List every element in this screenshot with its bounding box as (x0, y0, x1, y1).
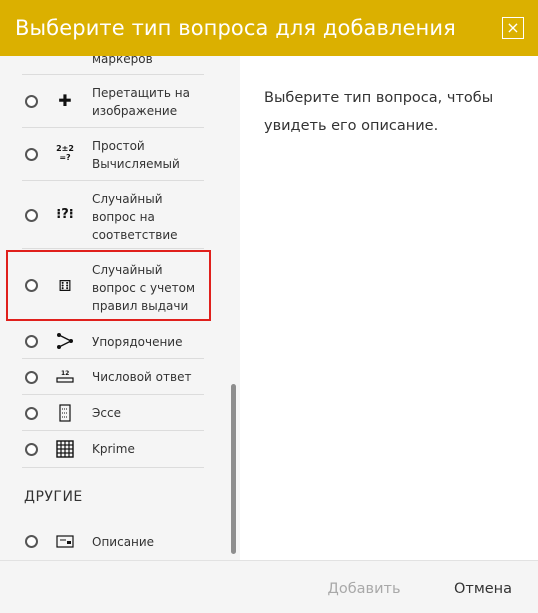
item-label: Эссе (92, 406, 121, 420)
svg-text:12: 12 (61, 370, 69, 377)
dialog-footer: Добавить Отмена (0, 560, 538, 613)
radio-button[interactable] (25, 279, 38, 292)
dialog-title: Выберите тип вопроса для добавления (15, 16, 456, 40)
radio-button[interactable] (25, 443, 38, 456)
random-match-icon: ⁝?⁝ (56, 207, 74, 222)
list-item-drag-image[interactable]: ✚ Перетащить на изображение (0, 75, 228, 128)
description-pane: Выберите тип вопроса, чтобы увидеть его … (240, 56, 538, 560)
item-label: Простой Вычисляемый (92, 139, 180, 171)
radio-button[interactable] (25, 335, 38, 348)
numerical-icon: 12 (56, 368, 74, 386)
list-item-numerical[interactable]: 12 Числовой ответ (0, 359, 228, 395)
list-item-kprime[interactable]: Kprime (0, 431, 228, 468)
radio-button[interactable] (25, 535, 38, 548)
item-label: Числовой ответ (92, 370, 192, 384)
item-label: Упорядочение (92, 335, 183, 349)
item-label: Перетащить на изображение (92, 86, 190, 118)
move-cross-icon: ✚ (58, 91, 72, 110)
list-item-ordering[interactable]: Упорядочение (0, 324, 228, 359)
list-item-random-match[interactable]: ⁝?⁝ Случайный вопрос на соответствие (0, 181, 228, 249)
list-item-calculated[interactable]: 2±2 =? Простой Вычисляемый (0, 128, 228, 181)
dice-icon: ⚅ (58, 277, 72, 295)
item-label: Случайный вопрос с учетом правил выдачи (92, 263, 196, 313)
section-title-other: ДРУГИЕ (24, 489, 83, 505)
close-button[interactable]: × (502, 17, 524, 39)
radio-button[interactable] (25, 371, 38, 384)
scrollbar[interactable] (231, 384, 236, 554)
description-text: Выберите тип вопроса, чтобы увидеть его … (264, 90, 494, 134)
list-item-essay[interactable]: Эссе (0, 395, 228, 431)
item-label: Случайный вопрос на соответствие (92, 192, 178, 242)
list-item-description[interactable]: Описание (0, 524, 228, 560)
question-type-dialog: Выберите тип вопроса для добавления × ма… (0, 0, 538, 613)
cancel-button[interactable]: Отмена (446, 577, 520, 601)
ordering-icon (56, 332, 74, 350)
add-button[interactable]: Добавить (318, 577, 410, 601)
radio-button[interactable] (25, 148, 38, 161)
dialog-header: Выберите тип вопроса для добавления × (0, 0, 538, 56)
radio-button[interactable] (25, 407, 38, 420)
question-type-list[interactable]: маркеров ✚ Перетащить на изображение 2±2… (0, 56, 240, 560)
list-item[interactable]: маркеров (0, 56, 228, 75)
calculated-icon: 2±2 =? (56, 144, 74, 162)
grid-icon (56, 440, 74, 458)
radio-button[interactable] (25, 95, 38, 108)
essay-icon (56, 404, 74, 422)
description-icon (56, 532, 74, 550)
radio-button[interactable] (25, 209, 38, 222)
list-item-random-rules[interactable]: ⚅ Случайный вопрос с учетом правил выдач… (0, 249, 228, 321)
item-label: маркеров (92, 56, 153, 66)
item-label: Описание (92, 535, 155, 549)
item-label: Kprime (92, 442, 135, 456)
